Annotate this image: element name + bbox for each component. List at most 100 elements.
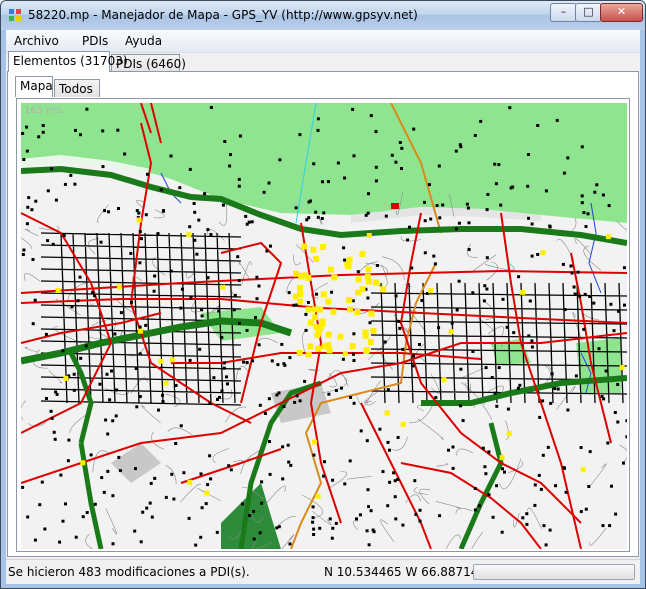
poi-marker[interactable] <box>364 273 371 280</box>
map-canvas[interactable]: 165 ms. <box>21 103 627 549</box>
poi-marker[interactable] <box>400 421 406 427</box>
poi-marker[interactable] <box>296 284 303 291</box>
map-node <box>180 287 184 291</box>
poi-marker[interactable] <box>315 345 322 352</box>
tab-mapa[interactable]: Mapa <box>15 76 53 97</box>
poi-marker[interactable] <box>506 431 512 437</box>
poi-marker[interactable] <box>310 246 317 253</box>
menu-ayuda[interactable]: Ayuda <box>125 34 162 48</box>
poi-marker[interactable] <box>355 276 362 283</box>
poi-marker[interactable] <box>313 324 320 331</box>
poi-marker[interactable] <box>55 288 61 294</box>
poi-marker[interactable] <box>540 250 546 256</box>
map-node <box>169 154 173 158</box>
poi-marker[interactable] <box>337 333 344 340</box>
poi-marker[interactable] <box>308 319 313 325</box>
poi-marker[interactable] <box>305 274 312 281</box>
poi-marker[interactable] <box>366 233 372 238</box>
poi-marker[interactable] <box>580 467 586 473</box>
poi-marker[interactable] <box>345 263 352 270</box>
poi-marker[interactable] <box>163 380 169 386</box>
poi-marker[interactable] <box>116 284 122 290</box>
poi-marker[interactable] <box>384 410 390 416</box>
poi-marker[interactable] <box>370 328 377 334</box>
menu-pdis[interactable]: PDIs <box>82 34 108 48</box>
poi-marker[interactable] <box>296 350 303 356</box>
poi-marker[interactable] <box>325 331 332 338</box>
poi-marker[interactable] <box>293 270 299 277</box>
map-node <box>518 383 522 387</box>
poi-marker[interactable] <box>169 357 175 363</box>
map-node <box>209 106 213 109</box>
map-node <box>208 454 212 458</box>
poi-marker[interactable] <box>80 460 86 466</box>
poi-marker[interactable] <box>313 256 319 262</box>
map-node <box>375 264 379 267</box>
map-node <box>420 299 424 302</box>
map-node <box>396 436 400 439</box>
poi-marker[interactable] <box>372 279 379 286</box>
poi-marker[interactable] <box>220 284 226 290</box>
poi-marker[interactable] <box>354 309 361 315</box>
maximize-button[interactable]: □ <box>575 3 602 22</box>
poi-marker[interactable] <box>362 329 369 336</box>
poi-marker[interactable] <box>297 291 304 297</box>
poi-marker[interactable] <box>307 343 314 350</box>
poi-marker[interactable] <box>605 234 611 240</box>
poi-marker[interactable] <box>187 479 193 485</box>
poi-marker[interactable] <box>520 289 526 295</box>
map-node <box>483 284 487 288</box>
map-node <box>200 314 204 318</box>
poi-marker[interactable] <box>365 266 372 273</box>
poi-marker[interactable] <box>138 328 143 334</box>
poi-marker[interactable] <box>346 297 353 303</box>
poi-marker[interactable] <box>327 266 334 273</box>
poi-marker[interactable] <box>320 291 327 298</box>
poi-marker[interactable] <box>428 288 434 294</box>
map-node <box>413 479 417 483</box>
poi-marker[interactable] <box>363 348 370 354</box>
minimize-button[interactable]: – <box>550 3 577 22</box>
poi-marker[interactable] <box>325 298 332 305</box>
poi-marker[interactable] <box>315 493 321 499</box>
poi-marker[interactable] <box>349 343 356 350</box>
poi-marker[interactable] <box>312 306 318 313</box>
poi-marker[interactable] <box>355 289 362 296</box>
poi-marker[interactable] <box>186 232 192 238</box>
poi-marker[interactable] <box>317 306 324 313</box>
tab-todos[interactable]: Todos <box>54 79 100 97</box>
poi-marker[interactable] <box>297 298 304 305</box>
tab-elementos[interactable]: Elementos (31703) <box>8 51 128 72</box>
map-node <box>199 472 203 476</box>
map-node <box>473 487 477 490</box>
poi-marker[interactable] <box>331 274 338 281</box>
poi-marker[interactable] <box>319 244 326 250</box>
poi-marker[interactable] <box>321 343 328 350</box>
poi-marker[interactable] <box>619 365 625 371</box>
menu-archivo[interactable]: Archivo <box>14 34 59 48</box>
poi-marker[interactable] <box>342 351 348 357</box>
poi-marker[interactable] <box>448 329 454 335</box>
poi-marker[interactable] <box>368 310 375 317</box>
poi-marker[interactable] <box>347 306 353 313</box>
close-button[interactable]: ✕ <box>600 3 643 22</box>
poi-marker[interactable] <box>499 455 505 461</box>
poi-marker[interactable] <box>136 217 142 223</box>
poi-marker[interactable] <box>380 286 387 293</box>
map-drawing[interactable] <box>21 103 627 549</box>
poi-marker[interactable] <box>204 490 210 496</box>
poi-marker[interactable] <box>158 358 164 364</box>
poi-marker[interactable] <box>301 243 308 250</box>
poi-marker[interactable] <box>330 308 337 315</box>
poi-marker[interactable] <box>305 351 312 358</box>
poi-marker[interactable] <box>367 339 374 345</box>
poi-marker[interactable] <box>441 377 447 383</box>
poi-marker[interactable] <box>319 320 326 327</box>
poi-marker[interactable] <box>63 375 69 381</box>
map-node <box>506 407 510 411</box>
poi-marker[interactable] <box>359 250 366 257</box>
poi-marker[interactable] <box>316 329 322 336</box>
poi-marker[interactable] <box>305 306 312 313</box>
poi-marker[interactable] <box>312 439 317 445</box>
title-bar[interactable]: 58220.mp - Manejador de Mapa - GPS_YV (h… <box>1 1 645 30</box>
